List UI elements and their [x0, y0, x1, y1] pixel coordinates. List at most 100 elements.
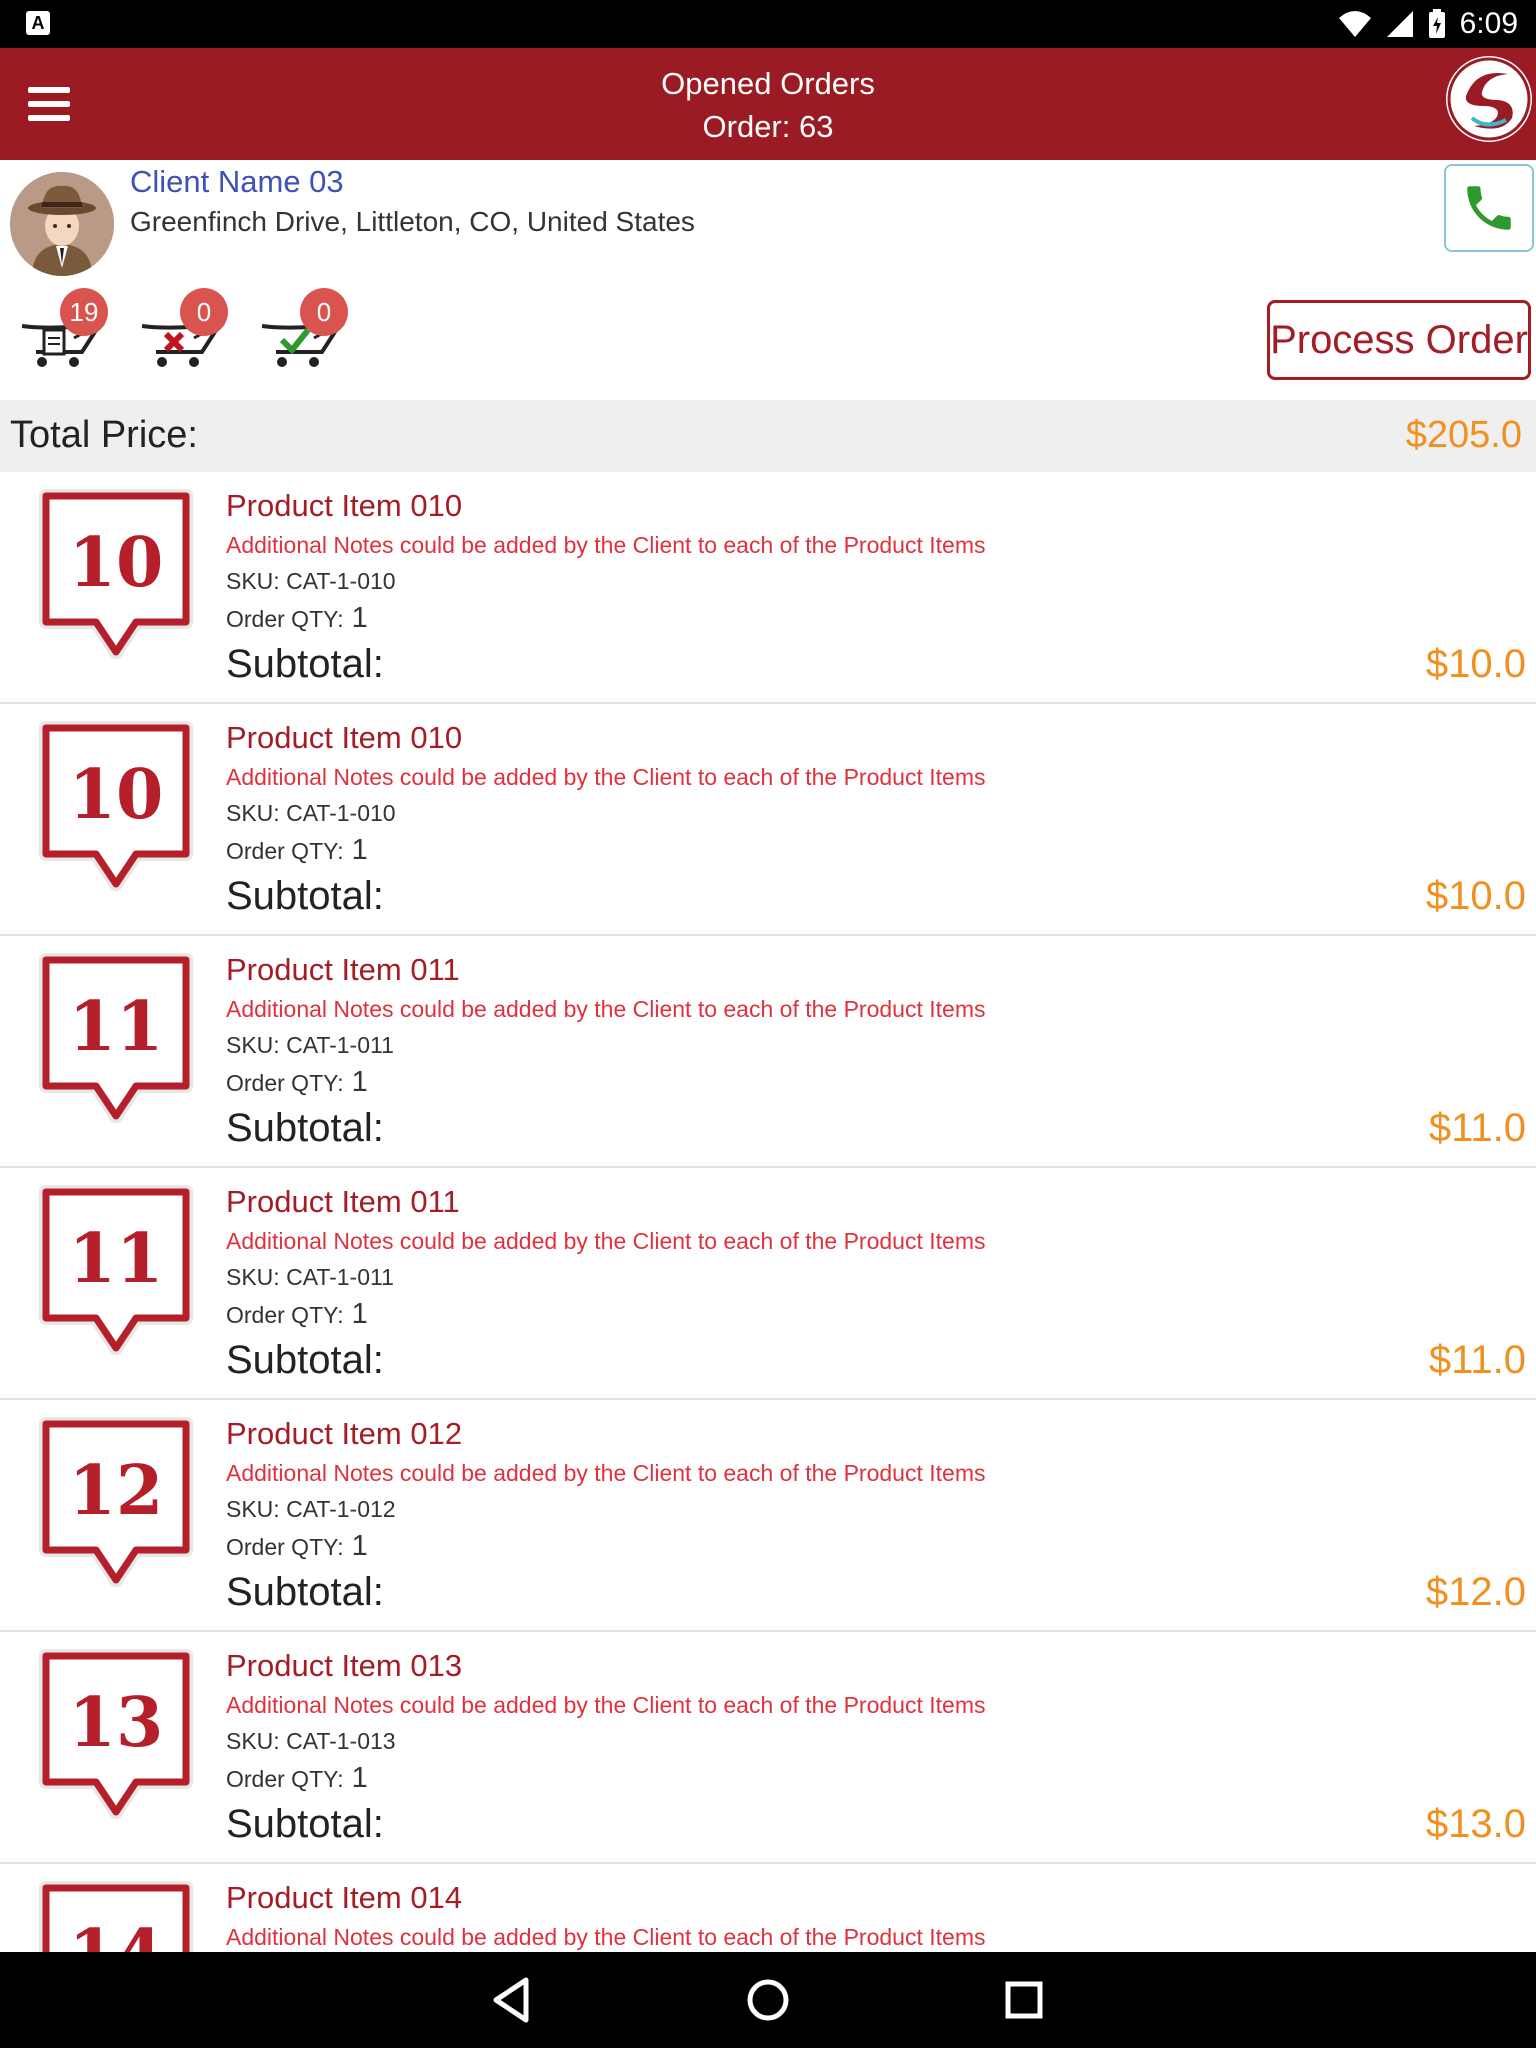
total-price-label: Total Price:	[10, 414, 198, 456]
cart-completed[interactable]: 0	[254, 280, 354, 380]
product-notes: Additional Notes could be added by the C…	[226, 764, 986, 790]
cart-pending[interactable]: 19	[14, 280, 114, 380]
cart-count-badge: 0	[300, 288, 348, 336]
title-text: Opened Orders	[661, 66, 875, 101]
sku-label: SKU:	[226, 568, 280, 594]
cart-cancelled[interactable]: 0	[134, 280, 234, 380]
product-number: 10	[69, 755, 164, 835]
process-order-button[interactable]: Process Order	[1267, 300, 1531, 380]
product-qty: Order QTY: 1	[226, 1762, 368, 1795]
qty-label: Order QTY:	[226, 1302, 344, 1328]
subtotal-value: $11.0	[1428, 1338, 1526, 1382]
subtotal-label: Subtotal:	[226, 1802, 384, 1846]
recents-icon[interactable]	[994, 1970, 1054, 2030]
product-qty: Order QTY: 1	[226, 1066, 368, 1099]
qty-value: 1	[351, 1762, 368, 1794]
sku-value: CAT-1-011	[286, 1264, 394, 1290]
product-name: Product Item 010	[226, 488, 463, 523]
product-name: Product Item 010	[226, 720, 463, 755]
product-number: 10	[69, 523, 164, 603]
order-item[interactable]: 13 Product Item 013 Additional Notes could…	[0, 1632, 1536, 1864]
product-number: 13	[69, 1683, 164, 1763]
sku-label: SKU:	[226, 800, 280, 826]
order-item[interactable]: 11 Product Item 011 Additional Notes could…	[0, 1168, 1536, 1400]
sku-label: SKU:	[226, 1496, 280, 1522]
logo-swirl-icon	[1447, 57, 1531, 141]
battery-icon	[1428, 9, 1445, 38]
cart-count-badge: 0	[180, 288, 228, 336]
page-title: Opened Orders Order: 63	[0, 62, 1536, 148]
order-items-list[interactable]: 10 Product Item 010 Additional Notes could…	[0, 472, 1536, 1952]
product-number: 11	[69, 1219, 164, 1299]
product-name: Product Item 013	[226, 1648, 463, 1683]
qty-value: 1	[351, 602, 368, 634]
sku-label: SKU:	[226, 1728, 280, 1754]
product-qty: Order QTY: 1	[226, 834, 368, 867]
order-number: Order: 63	[702, 109, 834, 144]
order-item[interactable]: 10 Product Item 010 Additional Notes could…	[0, 704, 1536, 936]
sku-value: CAT-1-012	[286, 1496, 396, 1522]
notification-icon: A	[26, 11, 50, 35]
product-sku: SKU: CAT-1-010	[226, 800, 396, 827]
product-notes: Additional Notes could be added by the C…	[226, 1924, 986, 1950]
qty-value: 1	[351, 1298, 368, 1330]
detective-avatar-icon	[10, 172, 114, 276]
app-logo[interactable]	[1446, 56, 1532, 142]
product-number: 12	[69, 1451, 164, 1531]
product-name: Product Item 012	[226, 1416, 463, 1451]
signal-icon	[1386, 11, 1413, 37]
phone-icon	[1467, 186, 1511, 230]
subtotal-label: Subtotal:	[226, 874, 384, 918]
sku-label: SKU:	[226, 1032, 280, 1058]
subtotal-value: $10.0	[1425, 642, 1526, 686]
qty-label: Order QTY:	[226, 606, 344, 632]
qty-value: 1	[351, 834, 368, 866]
avatar	[10, 172, 114, 276]
product-notes: Additional Notes could be added by the C…	[226, 1692, 986, 1718]
order-item[interactable]: 10 Product Item 010 Additional Notes could…	[0, 472, 1536, 704]
product-qty: Order QTY: 1	[226, 1298, 368, 1331]
home-icon[interactable]	[738, 1970, 798, 2030]
product-sku: SKU: CAT-1-011	[226, 1264, 394, 1291]
client-name[interactable]: Client Name 03	[130, 164, 344, 200]
order-item[interactable]: 11 Product Item 011 Additional Notes could…	[0, 936, 1536, 1168]
product-notes: Additional Notes could be added by the C…	[226, 1228, 986, 1254]
qty-label: Order QTY:	[226, 1534, 344, 1560]
product-qty: Order QTY: 1	[226, 1530, 368, 1563]
subtotal-value: $13.0	[1425, 1802, 1526, 1846]
product-notes: Additional Notes could be added by the C…	[226, 532, 986, 558]
product-sku: SKU: CAT-1-012	[226, 1496, 396, 1523]
qty-label: Order QTY:	[226, 1766, 344, 1792]
qty-value: 1	[351, 1066, 368, 1098]
product-qty: Order QTY: 1	[226, 602, 368, 635]
product-name: Product Item 011	[226, 952, 460, 987]
product-number-tag-icon: 10	[39, 489, 193, 659]
subtotal-label: Subtotal:	[226, 1338, 384, 1382]
order-item[interactable]: 12 Product Item 012 Additional Notes could…	[0, 1400, 1536, 1632]
sku-value: CAT-1-010	[286, 568, 396, 594]
product-number-tag-icon: 11	[39, 1185, 193, 1355]
back-icon[interactable]	[482, 1970, 542, 2030]
subtotal-value: $10.0	[1425, 874, 1526, 918]
qty-label: Order QTY:	[226, 1070, 344, 1096]
subtotal-value: $12.0	[1425, 1570, 1526, 1614]
product-number-tag-icon: 12	[39, 1417, 193, 1587]
product-number-tag-icon: 10	[39, 721, 193, 891]
total-price-value: $205.0	[1405, 414, 1522, 456]
qty-value: 1	[351, 1530, 368, 1562]
subtotal-value: $11.0	[1428, 1106, 1526, 1150]
product-notes: Additional Notes could be added by the C…	[226, 996, 986, 1022]
product-number: 11	[69, 987, 164, 1067]
clock: 6:09	[1459, 7, 1518, 40]
qty-label: Order QTY:	[226, 838, 344, 864]
sku-value: CAT-1-011	[286, 1032, 394, 1058]
product-sku: SKU: CAT-1-010	[226, 568, 396, 595]
sku-label: SKU:	[226, 1264, 280, 1290]
product-number: 14	[69, 1915, 164, 1952]
product-number-tag-icon: 14	[39, 1881, 193, 1952]
product-notes: Additional Notes could be added by the C…	[226, 1460, 986, 1486]
call-button[interactable]	[1444, 164, 1534, 252]
order-item[interactable]: 14 Product Item 014 Additional Notes could…	[0, 1864, 1536, 1952]
product-sku: SKU: CAT-1-011	[226, 1032, 394, 1059]
client-header: Client Name 03 Greenfinch Drive, Littlet…	[0, 160, 1536, 400]
